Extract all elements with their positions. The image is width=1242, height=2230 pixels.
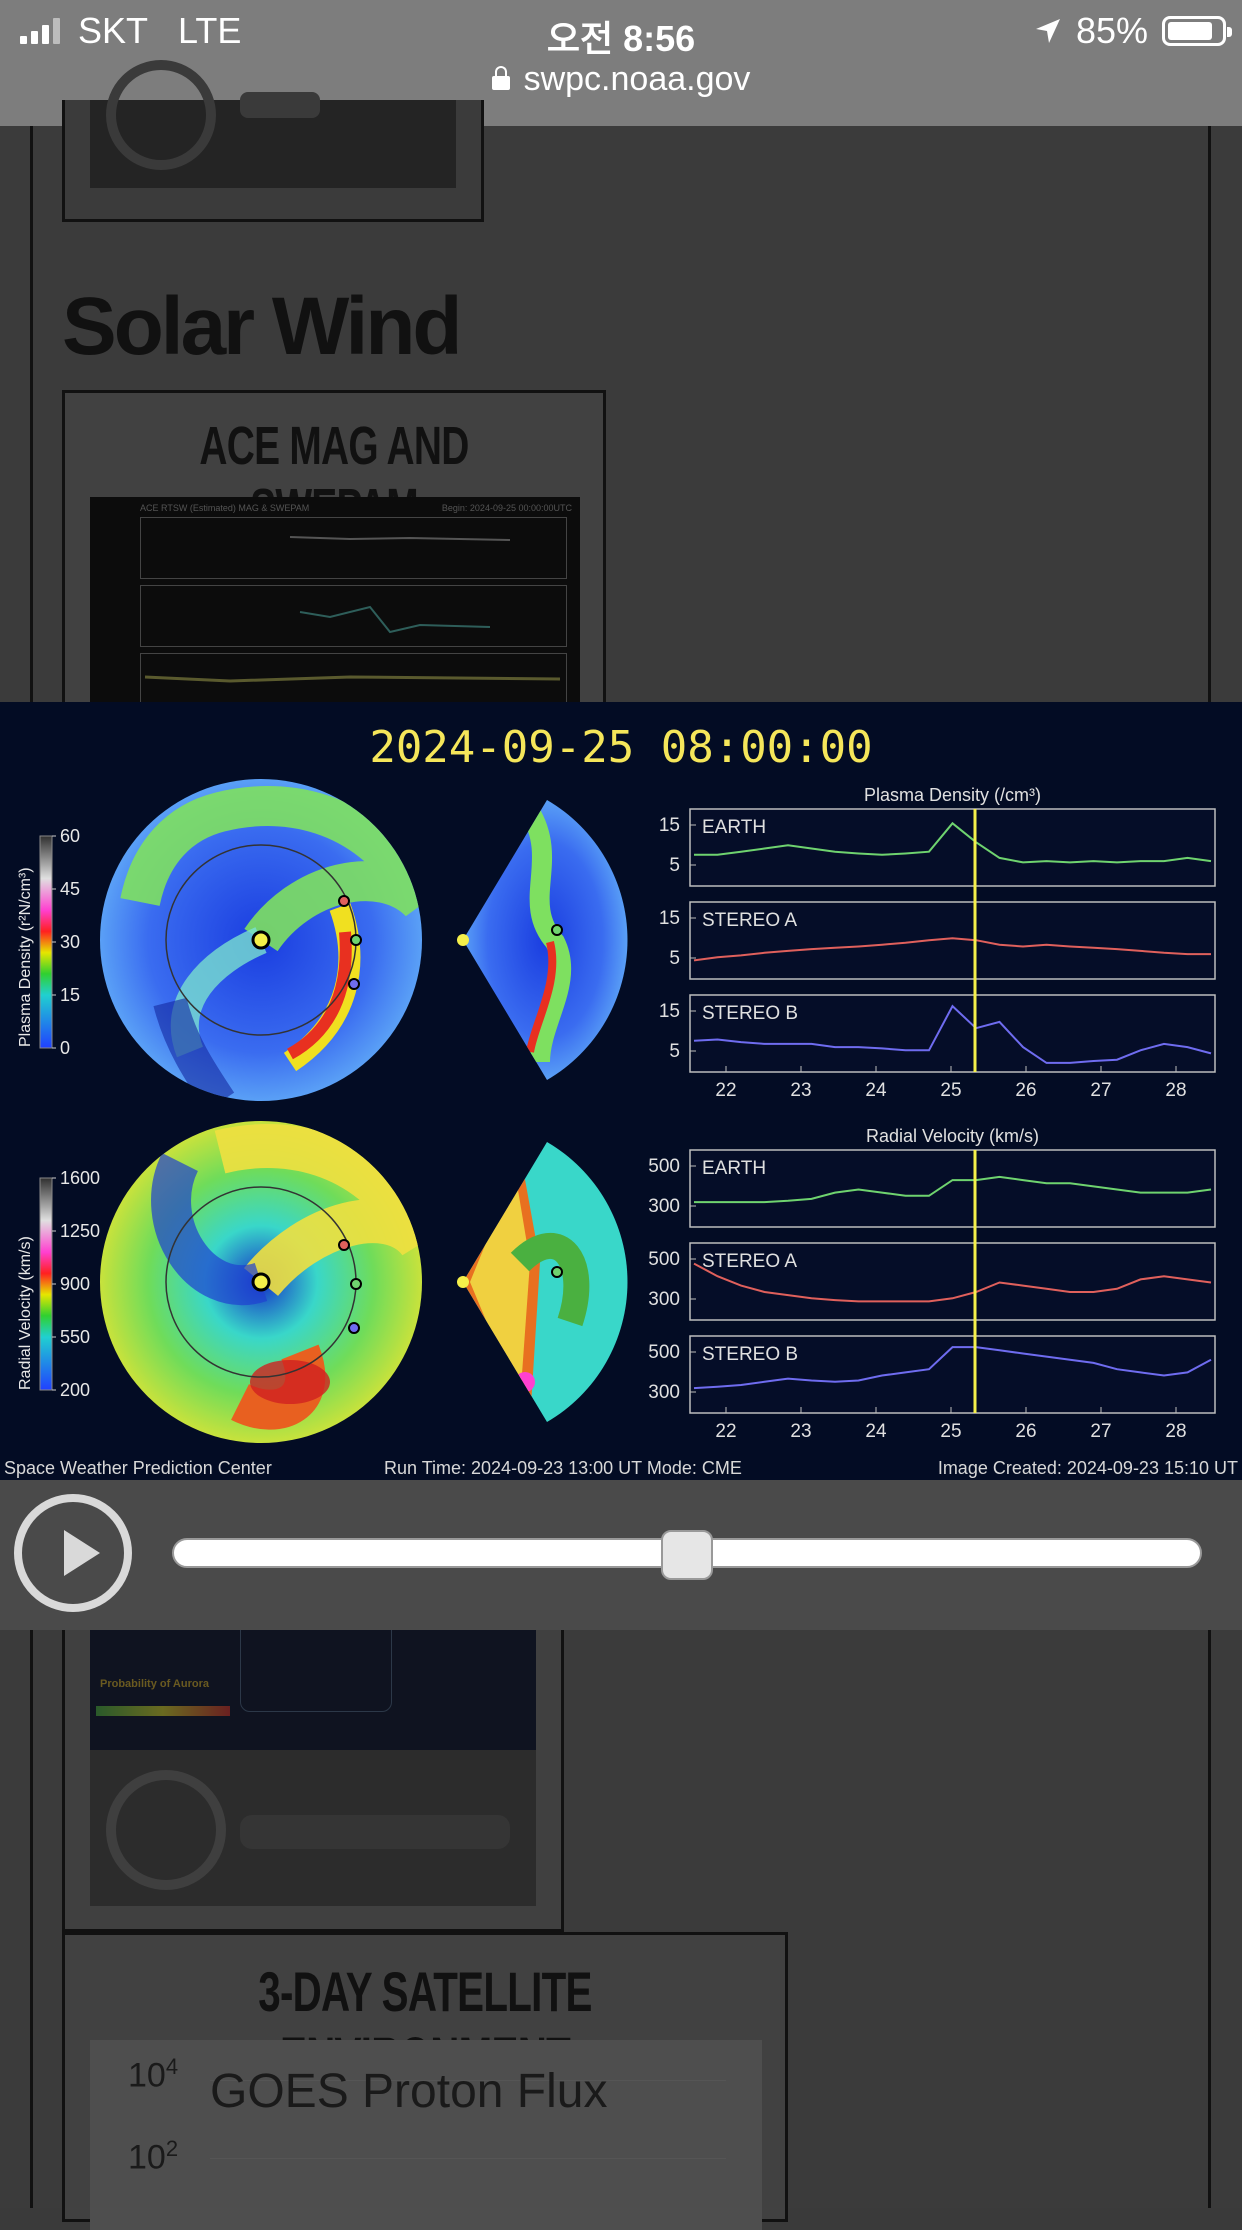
velocity-colorbar: 1600 1250 900 550 200 Radial Velocity (km/s) bbox=[17, 1168, 100, 1400]
time-series-plots: Plasma Density (/cm³) EARTH 15 5 STEREO A 15 5… bbox=[648, 785, 1216, 1442]
x-tick-label: 27 bbox=[1090, 1080, 1111, 1101]
colorbar-tick-label: 45 bbox=[60, 879, 80, 899]
aurora-color-scale bbox=[96, 1706, 230, 1716]
frame-timestamp: 2024-09-25 08:00:00 bbox=[369, 722, 872, 773]
y-tick-label: 300 bbox=[648, 1382, 680, 1403]
density-ecliptic-disc bbox=[100, 779, 422, 1101]
footer-image-created: Image Created: 2024-09-23 15:10 UT bbox=[938, 1458, 1238, 1478]
density-meridional-wedge bbox=[457, 800, 628, 1080]
colorbar-tick-label: 60 bbox=[60, 826, 80, 846]
velocity-meridional-wedge bbox=[457, 1142, 628, 1422]
animation-controls bbox=[0, 1480, 1242, 1630]
colorbar-tick-label: 15 bbox=[60, 985, 80, 1005]
panel-label: STEREO B bbox=[702, 1003, 798, 1024]
colorbar-tick-label: 1250 bbox=[60, 1221, 100, 1241]
colorbar-tick-label: 1600 bbox=[60, 1168, 100, 1188]
velocity-ecliptic-disc bbox=[100, 1121, 422, 1443]
y-tick-label: 500 bbox=[648, 1156, 680, 1177]
enlil-animation-frame: 2024-09-25 08:00:00 60 45 30 15 0 Plasma Den… bbox=[4, 722, 1238, 1478]
play-button[interactable] bbox=[14, 1494, 132, 1612]
colorbar-tick-label: 200 bbox=[60, 1380, 90, 1400]
y-tick-label: 5 bbox=[669, 1041, 680, 1062]
y-tick-label: 300 bbox=[648, 1289, 680, 1310]
density-axis-label: Plasma Density (r²N/cm³) bbox=[17, 867, 34, 1047]
x-tick-label: 26 bbox=[1015, 1080, 1036, 1101]
y-tick-label: 5 bbox=[669, 855, 680, 876]
x-tick-label: 27 bbox=[1090, 1421, 1111, 1442]
aurora-controls bbox=[90, 1750, 536, 1906]
panel-label: STEREO A bbox=[702, 1251, 797, 1272]
battery-percent: 85% bbox=[1075, 10, 1148, 51]
colorbar-tick-label: 30 bbox=[60, 932, 80, 952]
status-right: 85% bbox=[1034, 10, 1232, 52]
goes-ytick-high: 104 bbox=[128, 2054, 179, 2095]
satellite-card[interactable]: 3-DAY SATELLITE ENVIRONMENT 104 102 GOES… bbox=[62, 1932, 788, 2230]
section-heading: Solar Wind bbox=[62, 281, 462, 372]
goes-plot-title: GOES Proton Flux bbox=[210, 2065, 608, 2118]
x-tick-label: 28 bbox=[1165, 1421, 1186, 1442]
panel-label: EARTH bbox=[702, 817, 766, 838]
slider-thumb[interactable] bbox=[240, 92, 320, 118]
footer-left: Space Weather Prediction Center bbox=[4, 1458, 272, 1478]
time-series-title: Radial Velocity (km/s) bbox=[866, 1126, 1039, 1146]
x-tick-label: 26 bbox=[1015, 1421, 1036, 1442]
x-tick-label: 28 bbox=[1165, 1080, 1186, 1101]
ace-plot-traces bbox=[144, 536, 561, 683]
goes-plot-image: 104 102 GOES Proton Flux bbox=[90, 2040, 762, 2230]
y-tick-label: 300 bbox=[648, 1196, 680, 1217]
url-text: swpc.noaa.gov bbox=[523, 60, 751, 98]
x-tick-label: 22 bbox=[715, 1080, 736, 1101]
y-tick-label: 500 bbox=[648, 1342, 680, 1363]
x-tick-label: 23 bbox=[790, 1421, 811, 1442]
x-tick-label: 23 bbox=[790, 1080, 811, 1101]
footer-run-time: Run Time: 2024-09-23 13:00 UT Mode: CME bbox=[384, 1458, 742, 1478]
y-tick-label: 5 bbox=[669, 948, 680, 969]
aurora-card[interactable]: Probability of Aurora bbox=[62, 1600, 564, 1932]
previous-card bbox=[62, 60, 484, 222]
x-tick-label: 22 bbox=[715, 1421, 736, 1442]
x-tick-label: 24 bbox=[865, 1080, 887, 1101]
x-tick-label: 25 bbox=[940, 1080, 961, 1101]
density-colorbar: 60 45 30 15 0 Plasma Density (r²N/cm³) bbox=[17, 826, 80, 1058]
y-tick-label: 15 bbox=[659, 815, 680, 836]
previous-card-image bbox=[90, 60, 456, 188]
colorbar-tick-label: 550 bbox=[60, 1327, 90, 1347]
lock-icon bbox=[491, 66, 510, 90]
colorbar-tick-label: 900 bbox=[60, 1274, 90, 1294]
y-tick-label: 15 bbox=[659, 908, 680, 929]
enlil-animation-viewer: 2024-09-25 08:00:00 60 45 30 15 0 Plasma Den… bbox=[0, 702, 1242, 1480]
x-tick-label: 24 bbox=[865, 1421, 887, 1442]
colorbar-tick-label: 0 bbox=[60, 1038, 70, 1058]
velocity-axis-label: Radial Velocity (km/s) bbox=[17, 1236, 34, 1390]
location-arrow-icon bbox=[1035, 19, 1060, 43]
time-series-title: Plasma Density (/cm³) bbox=[864, 785, 1041, 805]
time-series-panel bbox=[689, 1149, 1216, 1228]
aurora-play-icon[interactable] bbox=[106, 1770, 226, 1890]
ace-card[interactable]: ACE MAG AND SWEPAM ACE RTSW (Estimated) … bbox=[62, 390, 606, 720]
panel-label: STEREO A bbox=[702, 910, 797, 931]
frame-slider-thumb[interactable] bbox=[661, 1530, 713, 1580]
panel-label: EARTH bbox=[702, 1158, 766, 1179]
y-tick-label: 500 bbox=[648, 1249, 680, 1270]
aurora-slider[interactable] bbox=[240, 1815, 510, 1849]
ace-plot-image: ACE RTSW (Estimated) MAG & SWEPAM Begin:… bbox=[90, 497, 580, 707]
y-tick-label: 15 bbox=[659, 1001, 680, 1022]
aurora-label: Probability of Aurora bbox=[100, 1678, 209, 1690]
play-icon[interactable] bbox=[106, 60, 216, 170]
panel-label: STEREO B bbox=[702, 1344, 798, 1365]
battery-icon bbox=[1162, 16, 1232, 46]
x-tick-label: 25 bbox=[940, 1421, 961, 1442]
goes-ytick-low: 102 bbox=[128, 2136, 179, 2177]
